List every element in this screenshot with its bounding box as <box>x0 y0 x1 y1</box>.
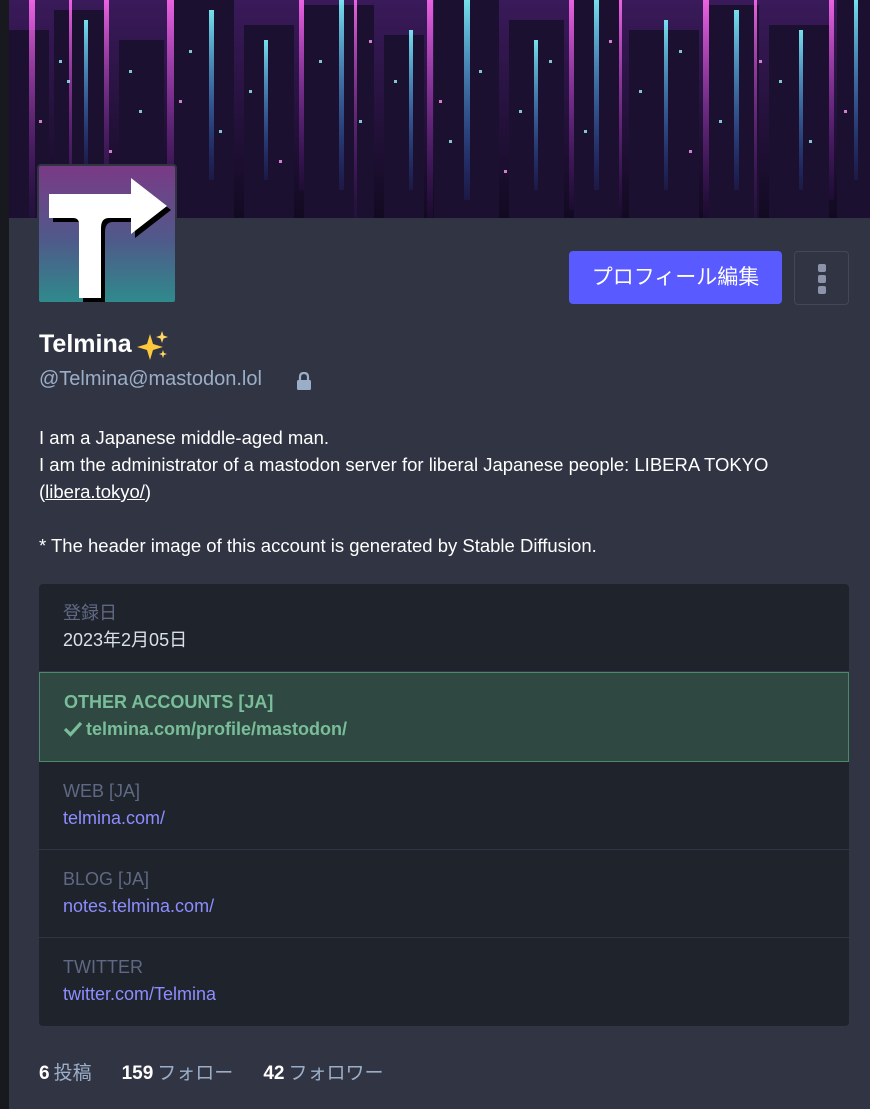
field-value[interactable]: telmina.com/profile/mastodon/ <box>63 715 824 745</box>
arrow-t-logo-icon <box>49 178 171 302</box>
account-bio: I am a Japanese middle-aged man. I am th… <box>39 424 839 559</box>
field-web: WEB [JA] telmina.com/ <box>39 762 849 850</box>
stat-label: 投稿 <box>53 1063 92 1084</box>
stat-count: 42 <box>263 1063 285 1084</box>
display-name: Telmina <box>39 330 132 358</box>
stat-count: 6 <box>39 1063 50 1084</box>
bio-line: * The header image of this account is ge… <box>39 535 597 556</box>
sparkles-emoji-icon <box>137 330 169 367</box>
verified-link[interactable]: telmina.com/profile/mastodon/ <box>86 719 347 739</box>
stat-followers[interactable]: 42 フォロワー <box>263 1058 383 1085</box>
bio-line: I am a Japanese middle-aged man. <box>39 427 330 448</box>
avatar[interactable] <box>37 164 177 304</box>
field-value: 2023年2月05日 <box>63 630 188 650</box>
field-link[interactable]: telmina.com/ <box>63 804 825 832</box>
more-options-button[interactable] <box>794 251 849 305</box>
check-icon <box>63 717 83 745</box>
profile-fields: 登録日 2023年2月05日 OTHER ACCOUNTS [JA] telmi… <box>39 584 849 1026</box>
stat-following[interactable]: 159 フォロー <box>122 1058 234 1085</box>
field-link[interactable]: notes.telmina.com/ <box>63 892 825 920</box>
left-column-edge <box>0 0 9 1109</box>
ellipsis-dot <box>818 275 826 283</box>
field-twitter: TWITTER twitter.com/Telmina <box>39 938 849 1026</box>
field-link[interactable]: twitter.com/Telmina <box>63 980 825 1008</box>
bio-line: I am the administrator of a mastodon ser… <box>39 451 839 505</box>
field-label: TWITTER <box>63 957 143 977</box>
account-stats: 6 投稿 159 フォロー 42 フォロワー <box>39 1058 383 1085</box>
stat-label: フォロワー <box>288 1063 384 1084</box>
account-handle: @Telmina@mastodon.lol <box>39 368 262 390</box>
field-joined: 登録日 2023年2月05日 <box>39 584 849 672</box>
stat-posts[interactable]: 6 投稿 <box>39 1058 92 1085</box>
bio-link[interactable]: libera.tokyo/ <box>45 481 145 502</box>
field-blog: BLOG [JA] notes.telmina.com/ <box>39 850 849 938</box>
stat-count: 159 <box>121 1063 154 1084</box>
field-label: BLOG [JA] <box>63 869 150 889</box>
lock-icon <box>296 371 312 395</box>
stat-label: フォロー <box>157 1063 234 1084</box>
bio-spacer <box>39 505 839 532</box>
field-label: OTHER ACCOUNTS [JA] <box>64 692 274 712</box>
bio-text: ) <box>144 481 152 502</box>
account-header-panel: プロフィール編集 Telmina @Telmina@mastodon.lol I… <box>9 0 870 1109</box>
ellipsis-dot <box>818 286 826 294</box>
field-label: WEB [JA] <box>63 781 141 801</box>
field-other-accounts: OTHER ACCOUNTS [JA] telmina.com/profile/… <box>39 672 849 762</box>
ellipsis-vertical-icon <box>818 264 826 272</box>
edit-profile-button[interactable]: プロフィール編集 <box>569 251 782 304</box>
field-label: 登録日 <box>63 603 117 623</box>
